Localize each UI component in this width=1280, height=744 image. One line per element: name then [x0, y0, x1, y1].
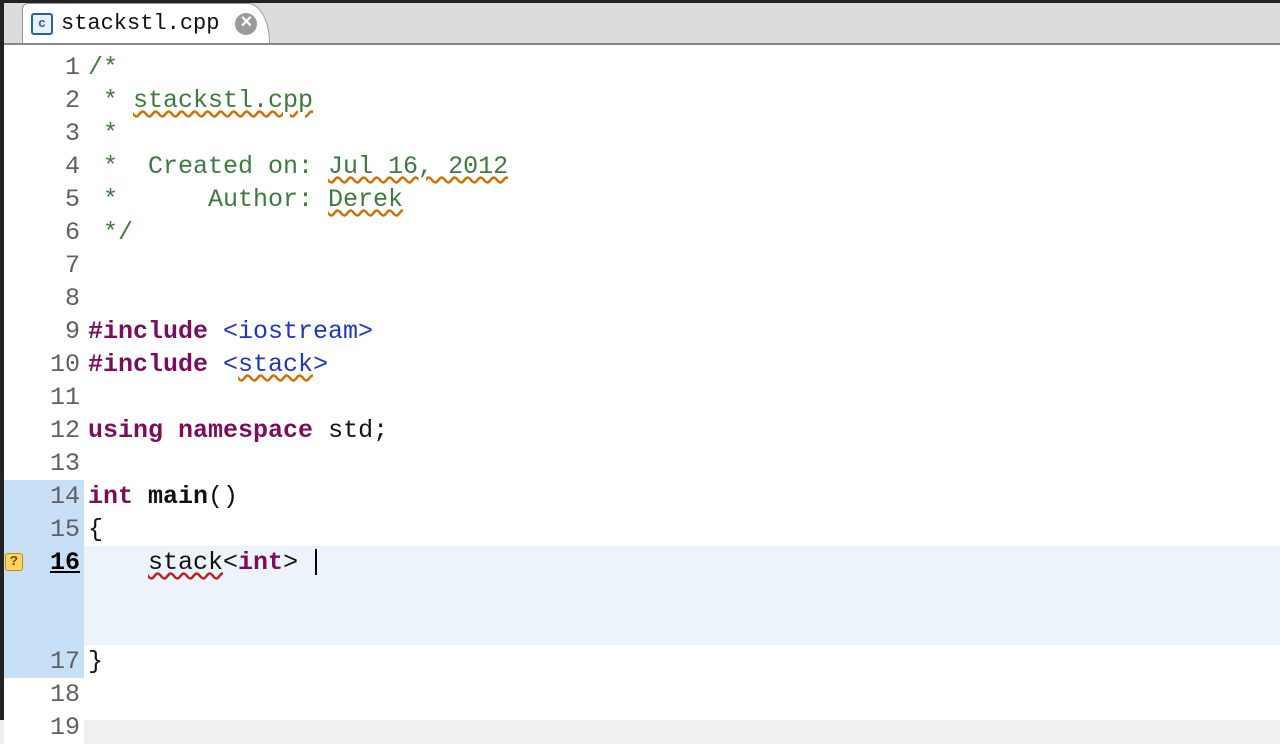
comment: */	[88, 218, 133, 247]
code-line[interactable]: 1 /*	[4, 51, 1280, 84]
file-tab[interactable]: c stackstl.cpp ×	[22, 3, 270, 43]
code-line-current[interactable]: ? 16 stack<int>	[4, 546, 1280, 645]
code-line[interactable]: 3 *	[4, 117, 1280, 150]
include-path: <	[208, 350, 238, 379]
text-cursor	[315, 549, 317, 575]
cpp-file-icon: c	[31, 13, 53, 35]
comment: Derek	[328, 185, 403, 214]
line-number: 15	[24, 513, 84, 546]
tab-filename: stackstl.cpp	[61, 11, 219, 36]
code-editor[interactable]: 1 /* 2 * stackstl.cpp 3 * 4 * Created on…	[4, 45, 1280, 720]
comment: /*	[88, 53, 118, 82]
line-number: 7	[24, 249, 84, 282]
warning-marker-icon[interactable]: ?	[5, 553, 23, 571]
keyword: using	[88, 416, 163, 445]
code-line[interactable]: 19	[4, 711, 1280, 744]
keyword: #include	[88, 317, 208, 346]
code-line[interactable]: 17 }	[4, 645, 1280, 678]
identifier: stack	[148, 548, 223, 577]
comment: *	[88, 119, 118, 148]
line-number: 12	[24, 414, 84, 447]
line-number: 2	[24, 84, 84, 117]
include-path: >	[313, 350, 328, 379]
code-line[interactable]: 12 using namespace std;	[4, 414, 1280, 447]
comment: *	[88, 86, 133, 115]
code-line[interactable]: 9 #include <iostream>	[4, 315, 1280, 348]
line-number: 14	[24, 480, 84, 513]
line-number: 13	[24, 447, 84, 480]
code-line[interactable]: 11	[4, 381, 1280, 414]
comment: stackstl.cpp	[133, 86, 313, 115]
comment: * Created on:	[88, 152, 328, 181]
include-path: <iostream>	[208, 317, 373, 346]
code-line[interactable]: 2 * stackstl.cpp	[4, 84, 1280, 117]
line-number: 19	[24, 711, 84, 744]
code-line[interactable]: 5 * Author: Derek	[4, 183, 1280, 216]
code-line[interactable]: 6 */	[4, 216, 1280, 249]
code-line[interactable]: 10 #include <stack>	[4, 348, 1280, 381]
close-tab-icon[interactable]: ×	[235, 13, 257, 35]
code-line[interactable]: 8	[4, 282, 1280, 315]
line-number: 17	[24, 645, 84, 678]
keyword: namespace	[178, 416, 313, 445]
line-number: 11	[24, 381, 84, 414]
tab-bar: c stackstl.cpp ×	[4, 3, 1280, 45]
keyword: #include	[88, 350, 208, 379]
line-number: 4	[24, 150, 84, 183]
line-number: 5	[24, 183, 84, 216]
keyword: int	[88, 482, 133, 511]
code-line[interactable]: 14 int main()	[4, 480, 1280, 513]
line-number: 9	[24, 315, 84, 348]
line-number: 3	[24, 117, 84, 150]
line-number: 10	[24, 348, 84, 381]
line-number: 18	[24, 678, 84, 711]
identifier: std	[328, 416, 373, 445]
code-line[interactable]: 13	[4, 447, 1280, 480]
comment: Jul 16, 2012	[328, 152, 508, 181]
line-number: 8	[24, 282, 84, 315]
line-number: 1	[24, 51, 84, 84]
function-name: main	[148, 482, 208, 511]
code-line[interactable]: 18	[4, 678, 1280, 711]
line-number: 6	[24, 216, 84, 249]
comment: * Author:	[88, 185, 328, 214]
code-line[interactable]: 4 * Created on: Jul 16, 2012	[4, 150, 1280, 183]
code-line[interactable]: 7	[4, 249, 1280, 282]
keyword: int	[238, 548, 283, 577]
code-line[interactable]: 15 {	[4, 513, 1280, 546]
include-path: stack	[238, 350, 313, 379]
